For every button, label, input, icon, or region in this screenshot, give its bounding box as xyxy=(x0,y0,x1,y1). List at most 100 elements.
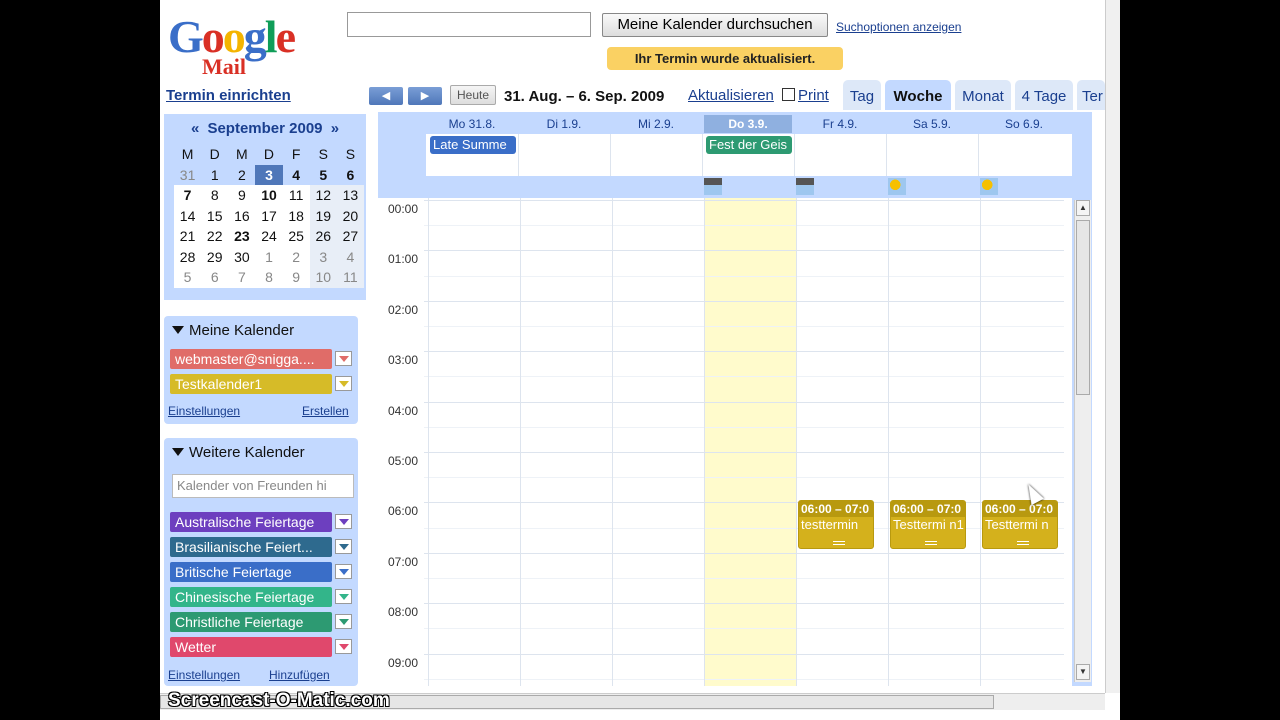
other-calendar-item[interactable]: Chinesische Feiertage xyxy=(170,587,332,607)
mini-calendar-day[interactable]: 24 xyxy=(255,226,282,247)
other-calendar-item[interactable]: Christliche Feiertage xyxy=(170,612,332,632)
mini-calendar-day[interactable]: 29 xyxy=(201,247,228,268)
today-button[interactable]: Heute xyxy=(450,85,496,105)
tab-4-days[interactable]: 4 Tage xyxy=(1015,80,1073,110)
mini-calendar-day[interactable]: 9 xyxy=(283,267,310,288)
google-mail-logo[interactable]: Google Mail xyxy=(168,14,328,84)
refresh-link[interactable]: Aktualisieren xyxy=(688,87,774,104)
mini-calendar-day[interactable]: 6 xyxy=(336,164,364,185)
mini-calendar-day[interactable]: 16 xyxy=(228,206,255,227)
mini-calendar-day[interactable]: 5 xyxy=(309,164,337,185)
mini-calendar-day[interactable]: 8 xyxy=(255,267,282,288)
search-calendars-button[interactable]: Meine Kalender durchsuchen xyxy=(602,13,828,37)
other-calendars-title[interactable]: Weitere Kalender xyxy=(172,444,305,461)
tab-month[interactable]: Monat xyxy=(955,80,1011,110)
other-calendar-item[interactable]: Wetter xyxy=(170,637,332,657)
sun-cloud-weather-icon[interactable] xyxy=(980,178,998,195)
day-header[interactable]: Fr 4.9. xyxy=(796,115,884,133)
mini-calendar-day[interactable]: 13 xyxy=(336,185,364,206)
mini-calendar-day[interactable]: 15 xyxy=(201,206,228,227)
mini-calendar-day[interactable]: 2 xyxy=(283,247,310,268)
friend-calendar-input[interactable]: Kalender von Freunden hi xyxy=(172,474,354,498)
mini-calendar-day[interactable]: 11 xyxy=(336,267,364,288)
resize-grip-icon[interactable] xyxy=(1017,541,1029,546)
create-event-link[interactable]: Termin einrichten xyxy=(166,87,291,104)
mini-calendar-day[interactable]: 30 xyxy=(228,247,255,268)
day-header[interactable]: Sa 5.9. xyxy=(888,115,976,133)
my-calendar-item[interactable]: Testkalender1 xyxy=(170,374,332,394)
resize-grip-icon[interactable] xyxy=(925,541,937,546)
mini-calendar-day[interactable]: 22 xyxy=(201,226,228,247)
mini-calendar-day[interactable]: 27 xyxy=(336,226,364,247)
mini-calendar-day[interactable]: 14 xyxy=(174,206,201,227)
all-day-event[interactable]: Fest der Geis xyxy=(706,136,792,154)
my-calendars-title[interactable]: Meine Kalender xyxy=(172,322,294,339)
tab-week[interactable]: Woche xyxy=(885,80,951,110)
mini-calendar-day[interactable]: 20 xyxy=(336,205,364,226)
calendar-options-dropdown-icon[interactable] xyxy=(335,639,352,654)
other-calendars-settings-link[interactable]: Einstellungen xyxy=(168,668,240,682)
mini-calendar-day[interactable]: 10 xyxy=(255,185,282,206)
day-header[interactable]: Do 3.9. xyxy=(704,115,792,133)
week-vertical-scrollbar[interactable]: ▲ ▼ xyxy=(1074,200,1091,682)
scroll-thumb[interactable] xyxy=(1076,220,1090,395)
day-header[interactable]: Di 1.9. xyxy=(520,115,608,133)
day-header[interactable]: Mo 31.8. xyxy=(428,115,516,133)
prev-week-button[interactable]: ◀ xyxy=(369,87,403,105)
tab-day[interactable]: Tag xyxy=(843,80,881,110)
mini-calendar-day[interactable]: 1 xyxy=(255,247,282,268)
timed-event[interactable]: 06:00 – 07:0 testtermin xyxy=(798,500,874,550)
mini-calendar-next[interactable]: » xyxy=(331,120,339,137)
day-header[interactable]: Mi 2.9. xyxy=(612,115,700,133)
mini-calendar-day[interactable]: 11 xyxy=(283,185,310,206)
mini-calendar-day[interactable]: 4 xyxy=(282,164,310,185)
search-options-link[interactable]: Suchoptionen anzeigen xyxy=(836,20,961,34)
scroll-up-icon[interactable]: ▲ xyxy=(1076,200,1090,216)
mini-calendar-day[interactable]: 19 xyxy=(309,205,337,226)
calendar-options-dropdown-icon[interactable] xyxy=(335,514,352,529)
timed-event[interactable]: 06:00 – 07:0 Testtermi n1 xyxy=(890,500,966,550)
search-input[interactable] xyxy=(347,12,591,37)
mini-calendar-day[interactable]: 21 xyxy=(174,226,201,247)
scroll-down-icon[interactable]: ▼ xyxy=(1076,664,1090,680)
mini-calendar-day[interactable]: 3 xyxy=(255,164,283,185)
mini-calendar-day[interactable]: 12 xyxy=(309,185,337,206)
calendar-options-dropdown-icon[interactable] xyxy=(335,539,352,554)
mini-calendar-day[interactable]: 6 xyxy=(201,267,228,288)
my-calendar-item[interactable]: webmaster@snigga.... xyxy=(170,349,332,369)
mini-calendar-day[interactable]: 1 xyxy=(201,164,229,185)
rain-weather-icon[interactable] xyxy=(796,178,814,195)
mini-calendar-day[interactable]: 23 xyxy=(228,226,255,247)
calendar-options-dropdown-icon[interactable] xyxy=(335,589,352,604)
mini-calendar-day[interactable]: 8 xyxy=(201,185,228,206)
calendar-options-dropdown-icon[interactable] xyxy=(335,351,352,366)
mini-calendar-day[interactable]: 25 xyxy=(283,226,310,247)
mini-calendar-day[interactable]: 7 xyxy=(228,267,255,288)
sun-cloud-weather-icon[interactable] xyxy=(888,178,906,195)
mini-calendar-day[interactable]: 26 xyxy=(309,226,337,247)
mini-calendar-prev[interactable]: « xyxy=(191,120,199,137)
mini-calendar-day[interactable]: 3 xyxy=(309,246,337,267)
other-calendar-item[interactable]: Australische Feiertage xyxy=(170,512,332,532)
mini-calendar-day[interactable]: 10 xyxy=(309,267,337,288)
mini-calendar-day[interactable]: 31 xyxy=(174,164,202,185)
resize-grip-icon[interactable] xyxy=(833,541,845,546)
mini-calendar-day[interactable]: 7 xyxy=(174,185,201,206)
print-link[interactable]: Print xyxy=(782,87,829,104)
mini-calendar-day[interactable]: 28 xyxy=(174,247,201,268)
other-calendar-item[interactable]: Britische Feiertage xyxy=(170,562,332,582)
next-week-button[interactable]: ▶ xyxy=(408,87,442,105)
calendar-options-dropdown-icon[interactable] xyxy=(335,614,352,629)
time-grid[interactable]: 00:00 01:00 02:00 03:00 04:00 05:00 06:00 07:00… xyxy=(378,198,1072,686)
other-calendar-item[interactable]: Brasilianische Feiert... xyxy=(170,537,332,557)
calendar-options-dropdown-icon[interactable] xyxy=(335,564,352,579)
rain-weather-icon[interactable] xyxy=(704,178,722,195)
my-calendars-settings-link[interactable]: Einstellungen xyxy=(168,404,240,418)
day-header[interactable]: So 6.9. xyxy=(980,115,1068,133)
create-calendar-link[interactable]: Erstellen xyxy=(302,404,349,418)
mini-calendar-day[interactable]: 17 xyxy=(255,206,282,227)
mini-calendar-day[interactable]: 5 xyxy=(174,267,201,288)
mini-calendar-day[interactable]: 4 xyxy=(336,246,364,267)
calendar-options-dropdown-icon[interactable] xyxy=(335,376,352,391)
mini-calendar-day[interactable]: 2 xyxy=(228,164,256,185)
